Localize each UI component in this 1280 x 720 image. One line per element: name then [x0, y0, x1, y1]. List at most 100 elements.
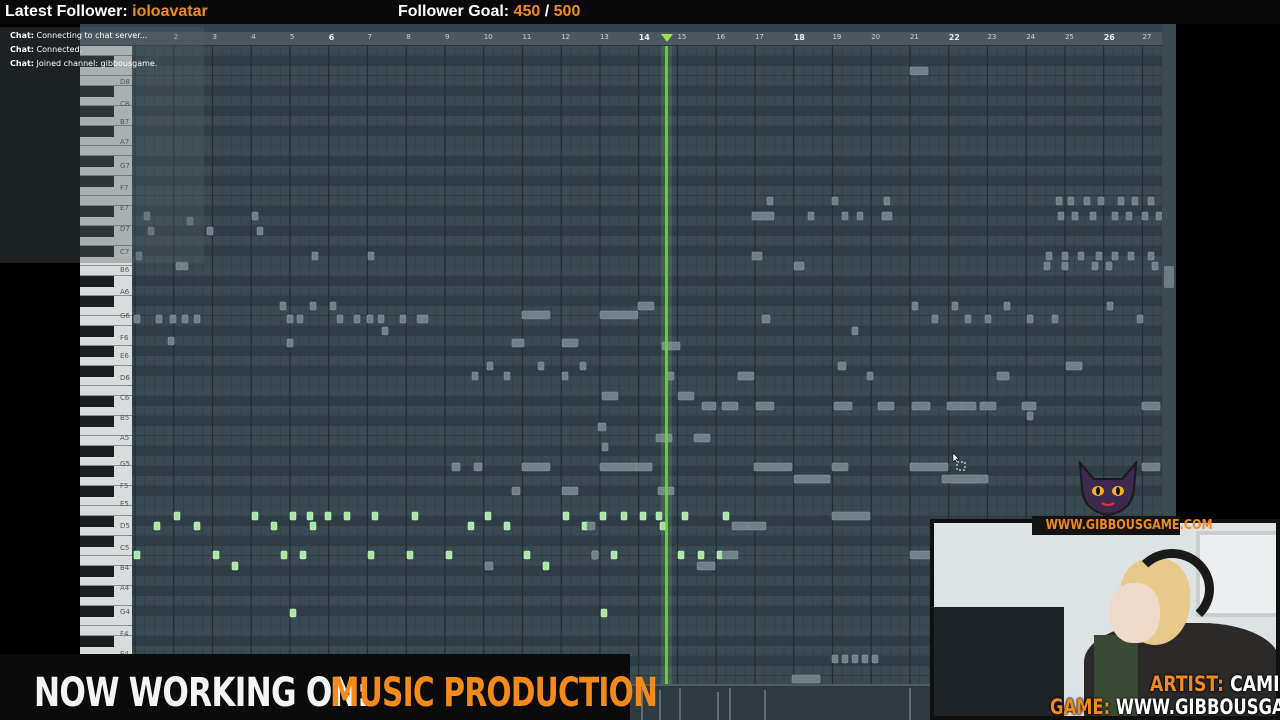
note-block[interactable]	[486, 361, 494, 371]
note-block[interactable]	[251, 511, 259, 521]
note-block[interactable]	[193, 521, 201, 531]
note-block[interactable]	[831, 462, 849, 472]
note-block[interactable]	[133, 550, 141, 560]
note-block[interactable]	[941, 474, 979, 484]
note-block[interactable]	[193, 314, 201, 324]
note-block[interactable]	[181, 314, 189, 324]
note-block[interactable]	[1141, 211, 1149, 221]
note-block[interactable]	[1071, 211, 1079, 221]
note-block[interactable]	[861, 654, 869, 664]
note-block[interactable]	[722, 511, 730, 521]
note-block[interactable]	[600, 608, 608, 618]
note-block[interactable]	[206, 226, 214, 236]
note-block[interactable]	[367, 550, 375, 560]
note-block[interactable]	[883, 196, 891, 206]
note-block[interactable]	[212, 550, 220, 560]
note-block[interactable]	[329, 301, 337, 311]
note-block[interactable]	[521, 310, 551, 320]
note-block[interactable]	[1067, 196, 1075, 206]
note-block[interactable]	[1147, 251, 1155, 261]
note-block[interactable]	[909, 462, 949, 472]
note-block[interactable]	[1095, 251, 1103, 261]
note-block[interactable]	[721, 550, 739, 560]
note-block[interactable]	[751, 251, 763, 261]
note-block[interactable]	[367, 251, 375, 261]
white-key[interactable]	[80, 616, 132, 626]
note-block[interactable]	[1021, 401, 1037, 411]
note-block[interactable]	[542, 561, 550, 571]
note-block[interactable]	[755, 401, 775, 411]
note-block[interactable]	[561, 486, 579, 496]
note-block[interactable]	[881, 211, 893, 221]
note-block[interactable]	[751, 211, 775, 221]
note-block[interactable]	[931, 314, 939, 324]
note-block[interactable]	[681, 511, 689, 521]
note-block[interactable]	[856, 211, 864, 221]
note-block[interactable]	[1111, 251, 1119, 261]
note-block[interactable]	[1055, 196, 1063, 206]
note-block[interactable]	[1045, 251, 1053, 261]
note-block[interactable]	[693, 433, 711, 443]
note-block[interactable]	[909, 66, 929, 76]
note-block[interactable]	[411, 511, 419, 521]
note-block[interactable]	[579, 361, 587, 371]
note-block[interactable]	[473, 462, 483, 472]
note-block[interactable]	[181, 261, 189, 271]
note-block[interactable]	[169, 314, 177, 324]
note-block[interactable]	[677, 391, 695, 401]
note-block[interactable]	[561, 371, 569, 381]
timeline-ruler[interactable]: 2 3 4 5 6 7 8 9 10 11 12 13 14 15 16 17 18 19 20 21 22 23 24 25…	[80, 32, 1176, 46]
note-block[interactable]	[837, 361, 847, 371]
note-block[interactable]	[831, 654, 839, 664]
note-block[interactable]	[1127, 251, 1135, 261]
note-block[interactable]	[1136, 314, 1144, 324]
note-block[interactable]	[877, 401, 895, 411]
note-block[interactable]	[451, 462, 461, 472]
note-block[interactable]	[961, 401, 977, 411]
note-block[interactable]	[697, 550, 705, 560]
note-block[interactable]	[1026, 314, 1034, 324]
note-block[interactable]	[601, 442, 609, 452]
note-block[interactable]	[561, 338, 579, 348]
note-block[interactable]	[1097, 196, 1105, 206]
note-block[interactable]	[279, 301, 287, 311]
note-block[interactable]	[586, 521, 596, 531]
note-block[interactable]	[951, 301, 959, 311]
note-block[interactable]	[1091, 261, 1099, 271]
note-block[interactable]	[562, 511, 570, 521]
note-block[interactable]	[677, 550, 685, 560]
note-block[interactable]	[599, 310, 639, 320]
note-block[interactable]	[353, 314, 361, 324]
note-block[interactable]	[1083, 196, 1091, 206]
note-block[interactable]	[289, 511, 297, 521]
note-block[interactable]	[871, 654, 879, 664]
note-block[interactable]	[270, 521, 278, 531]
note-block[interactable]	[807, 211, 815, 221]
note-block[interactable]	[1111, 211, 1119, 221]
note-block[interactable]	[167, 336, 175, 346]
playhead-marker-icon[interactable]	[661, 34, 673, 42]
note-block[interactable]	[696, 561, 716, 571]
note-block[interactable]	[1147, 196, 1155, 206]
note-block[interactable]	[155, 314, 163, 324]
note-block[interactable]	[306, 511, 314, 521]
note-block[interactable]	[484, 511, 492, 521]
note-block[interactable]	[1065, 361, 1083, 371]
note-block[interactable]	[620, 511, 628, 521]
note-block[interactable]	[1141, 462, 1161, 472]
note-block[interactable]	[251, 211, 259, 221]
note-block[interactable]	[984, 314, 992, 324]
note-block[interactable]	[761, 314, 771, 324]
note-block[interactable]	[753, 462, 793, 472]
note-block[interactable]	[371, 511, 379, 521]
note-block[interactable]	[511, 486, 521, 496]
note-block[interactable]	[1141, 401, 1161, 411]
note-block[interactable]	[1061, 261, 1069, 271]
note-block[interactable]	[1117, 196, 1125, 206]
note-block[interactable]	[731, 521, 749, 531]
note-block[interactable]	[601, 391, 619, 401]
note-block[interactable]	[831, 196, 839, 206]
note-block[interactable]	[381, 326, 389, 336]
note-block[interactable]	[173, 511, 181, 521]
note-block[interactable]	[523, 550, 531, 560]
